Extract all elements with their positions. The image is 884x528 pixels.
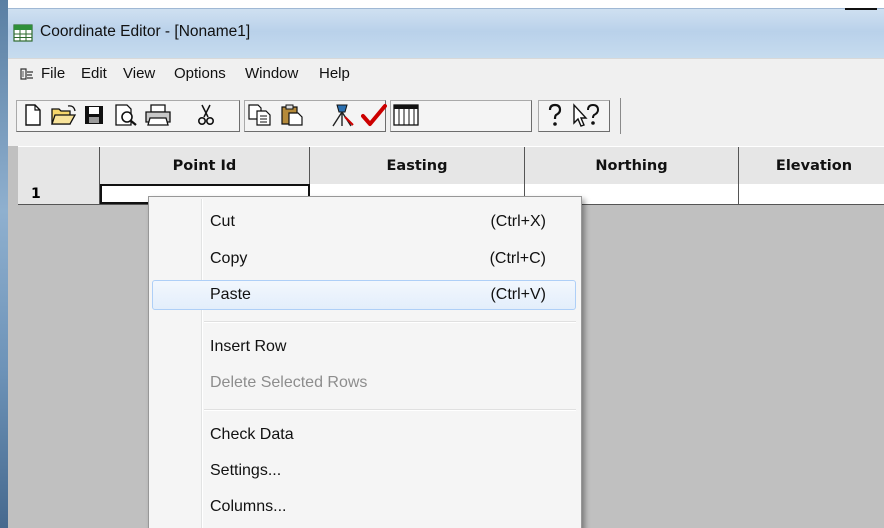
print-icon bbox=[145, 104, 171, 126]
row-number[interactable]: 1 bbox=[18, 184, 100, 204]
copy-icon bbox=[248, 104, 271, 126]
menu-item-shortcut: (Ctrl+C) bbox=[489, 250, 546, 267]
menu-item-label: Cut bbox=[210, 213, 235, 230]
menu-item-label: Delete Selected Rows bbox=[210, 374, 368, 391]
context-help-button[interactable] bbox=[570, 100, 602, 130]
menu-item-label: Columns... bbox=[210, 498, 287, 515]
menu-item-label: Insert Row bbox=[210, 338, 287, 355]
window-control-button[interactable] bbox=[845, 0, 877, 10]
new-button[interactable] bbox=[20, 100, 46, 130]
toolbar-separator bbox=[620, 98, 621, 134]
copy-button[interactable] bbox=[245, 100, 275, 130]
menu-item-shortcut: (Ctrl+X) bbox=[490, 213, 546, 230]
column-header-point-id[interactable]: Point Id bbox=[100, 147, 310, 184]
menu-separator bbox=[204, 409, 576, 411]
menu-item-label: Paste bbox=[210, 286, 251, 303]
menu-item-delete-selected-rows[interactable]: Delete Selected Rows bbox=[152, 368, 576, 398]
save-icon bbox=[85, 106, 103, 124]
survey-tool-icon bbox=[332, 104, 354, 127]
cell-elevation[interactable] bbox=[739, 184, 884, 204]
app-window: Coordinate Editor - [Noname1] File Edit … bbox=[0, 0, 884, 528]
column-header-elevation[interactable]: Elevation bbox=[739, 147, 884, 184]
menu-separator bbox=[204, 321, 576, 323]
menu-item-label: Check Data bbox=[210, 426, 294, 443]
window-title: Coordinate Editor - [Noname1] bbox=[40, 23, 251, 40]
help-icon bbox=[548, 103, 562, 126]
menu-bar: File Edit View Options Window Help bbox=[8, 58, 884, 91]
menu-item-label: Copy bbox=[210, 250, 248, 267]
column-header-northing[interactable]: Northing bbox=[525, 147, 739, 184]
check-data-icon bbox=[361, 104, 387, 126]
print-button[interactable] bbox=[143, 100, 173, 130]
help-button[interactable] bbox=[542, 100, 568, 130]
menu-help[interactable]: Help bbox=[319, 65, 350, 82]
toolbar bbox=[8, 90, 884, 146]
menu-item-check-data[interactable]: Check Data bbox=[152, 420, 576, 450]
document-icon[interactable] bbox=[19, 66, 35, 82]
grid-header-row: Point Id Easting Northing Elevation bbox=[18, 146, 884, 185]
print-preview-button[interactable] bbox=[112, 100, 140, 130]
cut-button[interactable] bbox=[194, 100, 218, 130]
menu-view[interactable]: View bbox=[123, 65, 155, 82]
menu-window[interactable]: Window bbox=[245, 65, 298, 82]
menu-item-paste[interactable]: Paste (Ctrl+V) bbox=[152, 280, 576, 310]
app-icon bbox=[13, 24, 33, 42]
title-bar[interactable]: Coordinate Editor - [Noname1] bbox=[8, 8, 884, 59]
desktop-background-strip bbox=[0, 0, 8, 528]
menu-item-cut[interactable]: Cut (Ctrl+X) bbox=[152, 207, 576, 237]
menu-file[interactable]: File bbox=[41, 65, 65, 82]
context-menu: Cut (Ctrl+X) Copy (Ctrl+C) Paste (Ctrl+V… bbox=[148, 196, 582, 528]
print-preview-icon bbox=[115, 104, 137, 126]
cut-icon bbox=[197, 104, 215, 126]
paste-button[interactable] bbox=[278, 100, 306, 130]
column-header-easting[interactable]: Easting bbox=[310, 147, 525, 184]
row-header-corner[interactable] bbox=[18, 147, 100, 184]
menu-item-insert-row[interactable]: Insert Row bbox=[152, 332, 576, 362]
menu-item-copy[interactable]: Copy (Ctrl+C) bbox=[152, 244, 576, 274]
menu-item-columns[interactable]: Columns... bbox=[152, 492, 576, 522]
menu-item-settings[interactable]: Settings... bbox=[152, 456, 576, 486]
open-button[interactable] bbox=[49, 100, 79, 130]
menu-edit[interactable]: Edit bbox=[81, 65, 107, 82]
new-icon bbox=[25, 104, 41, 126]
menu-item-label: Settings... bbox=[210, 462, 282, 479]
survey-tool-button[interactable] bbox=[327, 100, 357, 130]
save-button[interactable] bbox=[81, 100, 107, 130]
menu-options[interactable]: Options bbox=[174, 65, 226, 82]
paste-icon bbox=[281, 104, 303, 126]
open-icon bbox=[51, 105, 77, 125]
columns-button[interactable] bbox=[391, 100, 421, 130]
menu-item-shortcut: (Ctrl+V) bbox=[490, 286, 546, 303]
context-help-icon bbox=[573, 103, 600, 127]
columns-grid-icon bbox=[393, 104, 419, 126]
check-data-button[interactable] bbox=[359, 100, 389, 130]
